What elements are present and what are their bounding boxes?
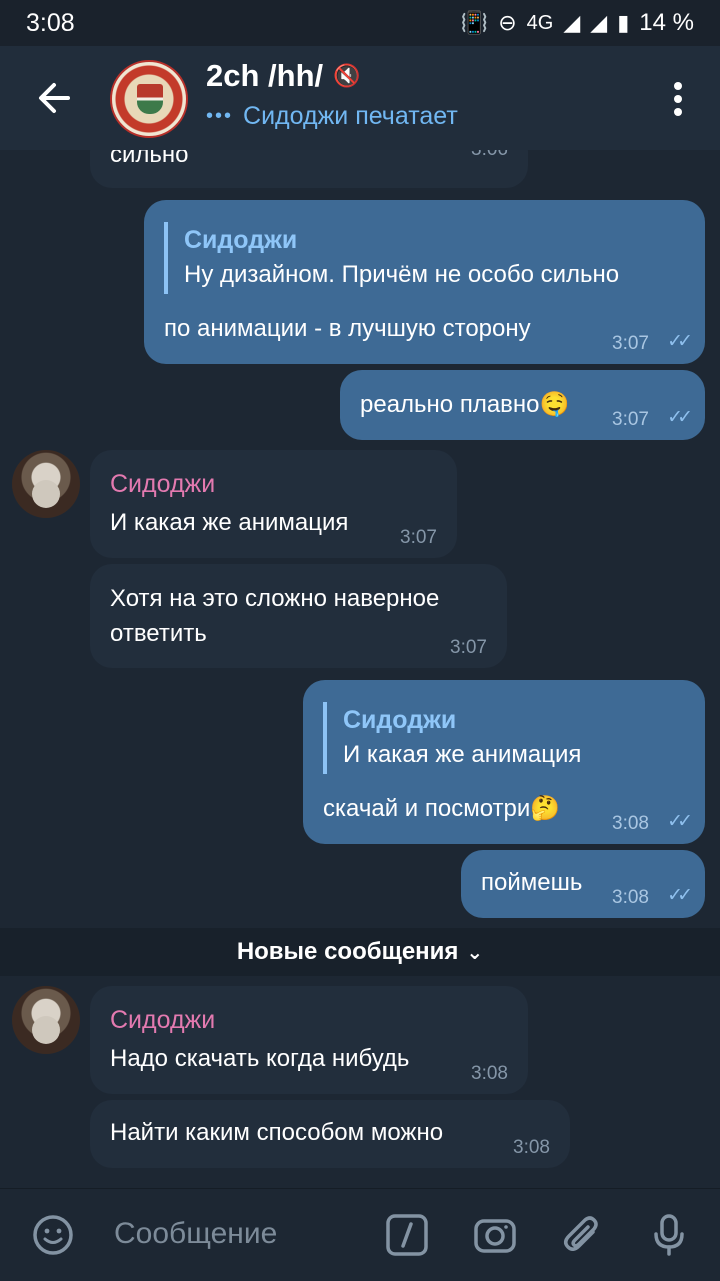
- message-bubble-outgoing[interactable]: Сидоджи И какая же анимация скачай и пос…: [303, 680, 705, 844]
- message-bubble-incoming[interactable]: Сидоджи И какая же анимация 3:07: [90, 450, 457, 558]
- typing-dots-icon: •••: [206, 105, 234, 127]
- battery-icon: ▮: [617, 10, 630, 36]
- message-text: реально плавно🤤: [360, 391, 570, 418]
- message-bubble-incoming[interactable]: Хотя на это сложно наверное ответить 3:0…: [90, 564, 507, 668]
- read-checks-icon: ✓✓: [667, 406, 693, 428]
- message-time: 3:08: [513, 1137, 550, 1158]
- message-text: Надо скачать когда нибудь: [110, 1045, 410, 1072]
- message-time: 3:08: [612, 887, 649, 908]
- attach-icon[interactable]: [560, 1212, 606, 1258]
- message-time: 3:07: [612, 409, 649, 430]
- message-text: по анимации - в лучшую сторону: [164, 315, 531, 342]
- message-bubble-outgoing[interactable]: поймешь 3:08 ✓✓: [461, 850, 705, 918]
- status-bar: 3:08 📳 ⊖ 4G ◢ ◢ ▮ 14 %: [0, 0, 720, 46]
- sender-avatar[interactable]: [12, 986, 80, 1054]
- message-text: скачай и посмотри🤔: [323, 795, 561, 822]
- message-input[interactable]: Сообщение: [114, 1217, 277, 1251]
- message-time: 3:07: [612, 333, 649, 354]
- reply-quote[interactable]: Сидоджи Ну дизайном. Причём не особо сил…: [164, 222, 619, 294]
- reply-text: Ну дизайном. Причём не особо сильно: [184, 261, 620, 289]
- reply-text: И какая же анимация: [343, 741, 582, 769]
- network-label: 4G: [526, 11, 554, 34]
- message-text: Найти каким способом можно: [110, 1119, 444, 1146]
- vibrate-icon: 📳: [460, 10, 489, 36]
- message-sender: Сидоджи: [110, 470, 216, 498]
- muted-icon: 🔇: [333, 63, 361, 89]
- emoji-icon[interactable]: [30, 1212, 76, 1258]
- sender-avatar[interactable]: [12, 450, 80, 518]
- message-text: поймешь: [481, 869, 583, 896]
- signal-icon: ◢: [563, 10, 581, 36]
- camera-icon[interactable]: [472, 1212, 518, 1258]
- message-bubble-incoming[interactable]: Найти каким способом можно 3:08: [90, 1100, 570, 1168]
- message-text: И какая же анимация: [110, 509, 349, 536]
- reply-sender: Сидоджи: [343, 706, 457, 734]
- back-arrow-icon[interactable]: [34, 78, 74, 118]
- chevron-down-icon[interactable]: ⌄: [466, 940, 483, 964]
- microphone-icon[interactable]: [646, 1212, 692, 1258]
- read-checks-icon: ✓✓: [667, 330, 693, 352]
- message-text-line2: ответить: [110, 620, 207, 647]
- message-time: 3:07: [450, 637, 487, 658]
- message-time: 3:07: [400, 527, 437, 548]
- read-checks-icon: ✓✓: [667, 884, 693, 906]
- signal-icon-2: ◢: [590, 10, 608, 36]
- message-bubble-incoming[interactable]: сильно 3:06: [90, 150, 528, 188]
- message-list[interactable]: сильно 3:06 Сидоджи Ну дизайном. Причём …: [0, 150, 720, 1188]
- message-time: 3:08: [612, 813, 649, 834]
- message-text-line1: Хотя на это сложно наверное: [110, 585, 440, 612]
- message-sender: Сидоджи: [110, 1006, 216, 1034]
- message-input-bar: Сообщение: [0, 1188, 720, 1281]
- typing-status: Сидоджи печатает: [243, 102, 458, 130]
- message-bubble-outgoing[interactable]: Сидоджи Ну дизайном. Причём не особо сил…: [144, 200, 705, 364]
- message-text: сильно: [110, 150, 189, 168]
- dnd-icon: ⊖: [498, 10, 517, 36]
- status-time: 3:08: [26, 8, 75, 37]
- divider-label: Новые сообщения: [236, 938, 459, 965]
- battery-percent: 14 %: [639, 9, 694, 36]
- seal-icon: [137, 84, 163, 114]
- message-bubble-incoming[interactable]: Сидоджи Надо скачать когда нибудь 3:08: [90, 986, 528, 1094]
- chat-title: 2ch /hh/: [206, 58, 324, 93]
- reply-quote[interactable]: Сидоджи И какая же анимация: [323, 702, 581, 774]
- new-messages-divider: Новые сообщения ⌄: [0, 928, 720, 976]
- status-icons: 📳 ⊖ 4G ◢ ◢ ▮ 14 %: [461, 9, 694, 37]
- read-checks-icon: ✓✓: [667, 810, 693, 832]
- bot-commands-icon[interactable]: [384, 1212, 430, 1258]
- message-time: 3:06: [471, 150, 508, 164]
- chat-header: 2ch /hh/ 🔇 ••• Сидоджи печатает: [0, 46, 720, 150]
- more-options-icon[interactable]: [674, 82, 684, 118]
- reply-sender: Сидоджи: [184, 226, 298, 254]
- message-time: 3:08: [471, 1063, 508, 1084]
- chat-title-block[interactable]: 2ch /hh/ 🔇 ••• Сидоджи печатает: [206, 58, 458, 131]
- message-bubble-outgoing[interactable]: реально плавно🤤 3:07 ✓✓: [340, 370, 705, 440]
- chat-avatar[interactable]: [110, 60, 188, 138]
